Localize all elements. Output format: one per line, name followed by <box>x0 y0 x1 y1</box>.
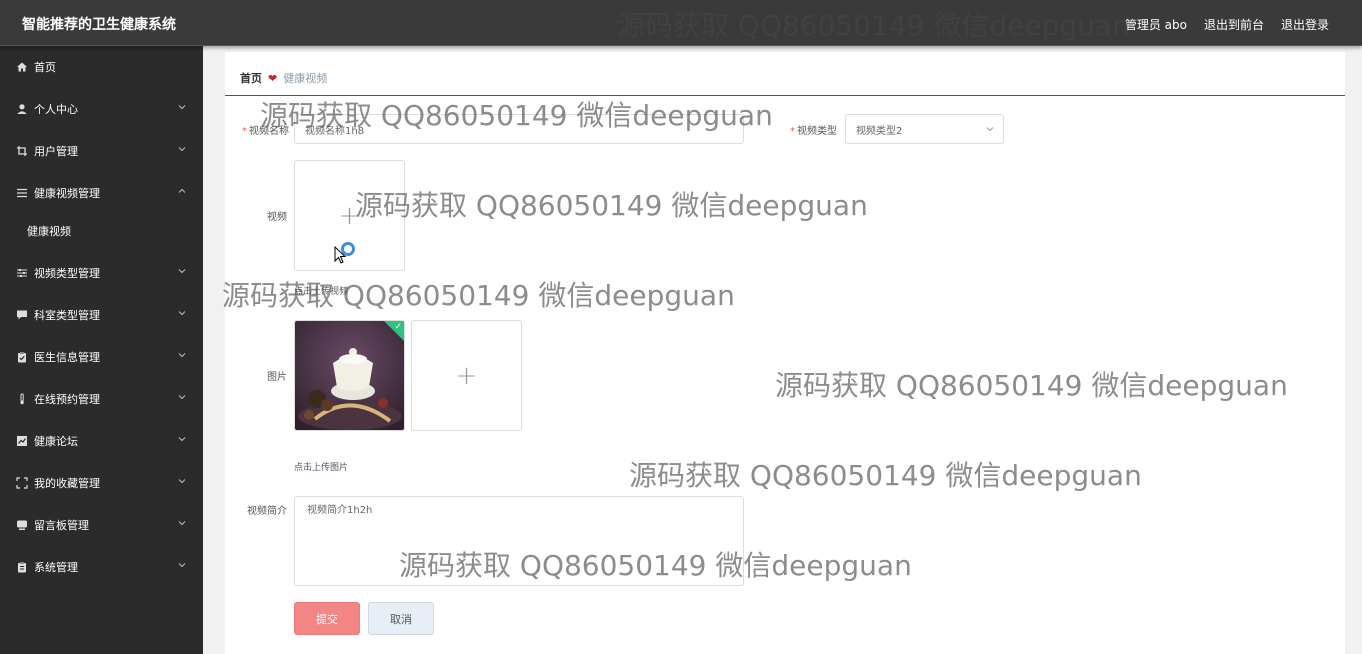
sidebar-item-appointments[interactable]: 在线预约管理 <box>0 378 203 420</box>
video-name-label: * 视频名称 <box>242 126 289 137</box>
sidebar-item-doctors[interactable]: 医生信息管理 <box>0 336 203 378</box>
video-label: 视频 <box>267 212 287 223</box>
breadcrumb-divider <box>225 95 1345 96</box>
sidebar-subitem-health-video[interactable]: 健康视频 <box>0 214 203 248</box>
sidebar-item-departments[interactable]: 科室类型管理 <box>0 294 203 336</box>
cursor-icon <box>334 246 346 264</box>
user-label[interactable]: 管理员 abo <box>1125 16 1187 33</box>
top-bar: 智能推荐的卫生健康系统 管理员 abo 退出到前台 退出登录 <box>0 0 1362 46</box>
clipboard-icon <box>15 351 28 364</box>
crop-icon <box>15 145 28 158</box>
video-type-value: 视频类型2 <box>856 125 903 137</box>
image-upload-box[interactable]: + <box>411 320 522 431</box>
exit-to-front-link[interactable]: 退出到前台 <box>1204 16 1264 33</box>
sidebar-item-health-video[interactable]: 健康视频管理 <box>0 172 203 214</box>
video-intro-textarea[interactable]: 视频简介1h2h <box>294 496 744 586</box>
required-mark: * <box>242 126 247 137</box>
chart-icon <box>15 435 28 448</box>
breadcrumb-home[interactable]: 首页 <box>240 70 262 86</box>
uploaded-image-thumb[interactable]: ✓ <box>294 320 405 431</box>
cancel-button[interactable]: 取消 <box>368 602 434 635</box>
sidebar-item-label: 在线预约管理 <box>34 393 100 406</box>
submit-button[interactable]: 提交 <box>294 602 360 635</box>
chevron-down-icon <box>178 521 186 526</box>
video-intro-label: 视频简介 <box>247 506 287 517</box>
sidebar-item-personal[interactable]: 个人中心 <box>0 88 203 130</box>
image-upload-hint[interactable]: 点击上传图片 <box>294 460 348 473</box>
settings-icon <box>15 561 28 574</box>
sidebar-item-video-types[interactable]: 视频类型管理 <box>0 252 203 294</box>
sidebar-item-label: 医生信息管理 <box>34 351 100 364</box>
video-type-select[interactable]: 视频类型2 <box>845 114 1004 144</box>
chevron-up-icon <box>178 188 186 193</box>
sidebar-item-label: 用户管理 <box>34 145 78 158</box>
breadcrumb-current: 健康视频 <box>283 72 328 85</box>
thermometer-icon <box>15 393 28 406</box>
chevron-down-icon <box>178 437 186 442</box>
breadcrumb: 首页 ❤ 健康视频 <box>240 70 327 86</box>
top-actions: 管理员 abo 退出到前台 退出登录 <box>1125 16 1329 33</box>
home-icon <box>15 61 28 74</box>
sliders-icon <box>15 267 28 280</box>
video-name-input[interactable]: 视频名称1h8 <box>294 114 744 144</box>
sidebar-item-guestbook[interactable]: 留言板管理 <box>0 504 203 546</box>
sidebar-item-home[interactable]: 首页 <box>0 46 203 88</box>
sidebar-item-label: 个人中心 <box>34 103 78 116</box>
sidebar-item-label: 留言板管理 <box>34 519 89 532</box>
app-title: 智能推荐的卫生健康系统 <box>22 17 176 33</box>
main-area: 首页 ❤ 健康视频 * 视频名称 视频名称1h8 * 视频类型 视频类型2 视频 +… <box>203 46 1362 654</box>
check-icon: ✓ <box>394 322 402 332</box>
video-type-label: * 视频类型 <box>790 126 837 137</box>
sidebar-item-label: 视频类型管理 <box>34 267 100 280</box>
chevron-down-icon <box>178 105 186 110</box>
fullscreen-icon <box>15 477 28 490</box>
sidebar-item-label: 系统管理 <box>34 561 78 574</box>
sidebar-item-label: 我的收藏管理 <box>34 477 100 490</box>
content-panel: 首页 ❤ 健康视频 * 视频名称 视频名称1h8 * 视频类型 视频类型2 视频 +… <box>225 52 1345 654</box>
user-icon <box>15 103 28 116</box>
sidebar: 首页 个人中心 用户管理 健康视频管理 健康视频 视频类型管理 科室类型管理 医… <box>0 46 203 654</box>
chevron-down-icon <box>178 269 186 274</box>
required-mark: * <box>790 126 795 137</box>
chevron-down-icon <box>178 395 186 400</box>
chevron-down-icon <box>178 479 186 484</box>
list-icon <box>15 187 28 200</box>
chevron-down-icon <box>178 311 186 316</box>
plus-icon: + <box>455 360 478 391</box>
chevron-down-icon <box>178 147 186 152</box>
sidebar-item-label: 健康视频管理 <box>34 187 100 200</box>
message-icon <box>15 519 28 532</box>
plus-icon: + <box>338 200 361 231</box>
sidebar-item-label: 首页 <box>34 61 56 74</box>
chevron-down-icon <box>986 127 994 132</box>
chevron-down-icon <box>178 563 186 568</box>
sidebar-item-label: 科室类型管理 <box>34 309 100 322</box>
sidebar-item-label: 健康论坛 <box>34 435 78 448</box>
logout-link[interactable]: 退出登录 <box>1281 16 1329 33</box>
video-upload-hint[interactable]: 点击上传视频 <box>294 284 348 297</box>
sidebar-item-favorites[interactable]: 我的收藏管理 <box>0 462 203 504</box>
sidebar-item-users[interactable]: 用户管理 <box>0 130 203 172</box>
sidebar-item-forum[interactable]: 健康论坛 <box>0 420 203 462</box>
heart-icon: ❤ <box>268 71 278 85</box>
image-label: 图片 <box>267 372 287 383</box>
sidebar-item-system[interactable]: 系统管理 <box>0 546 203 588</box>
chevron-down-icon <box>178 353 186 358</box>
chat-icon <box>15 309 28 322</box>
